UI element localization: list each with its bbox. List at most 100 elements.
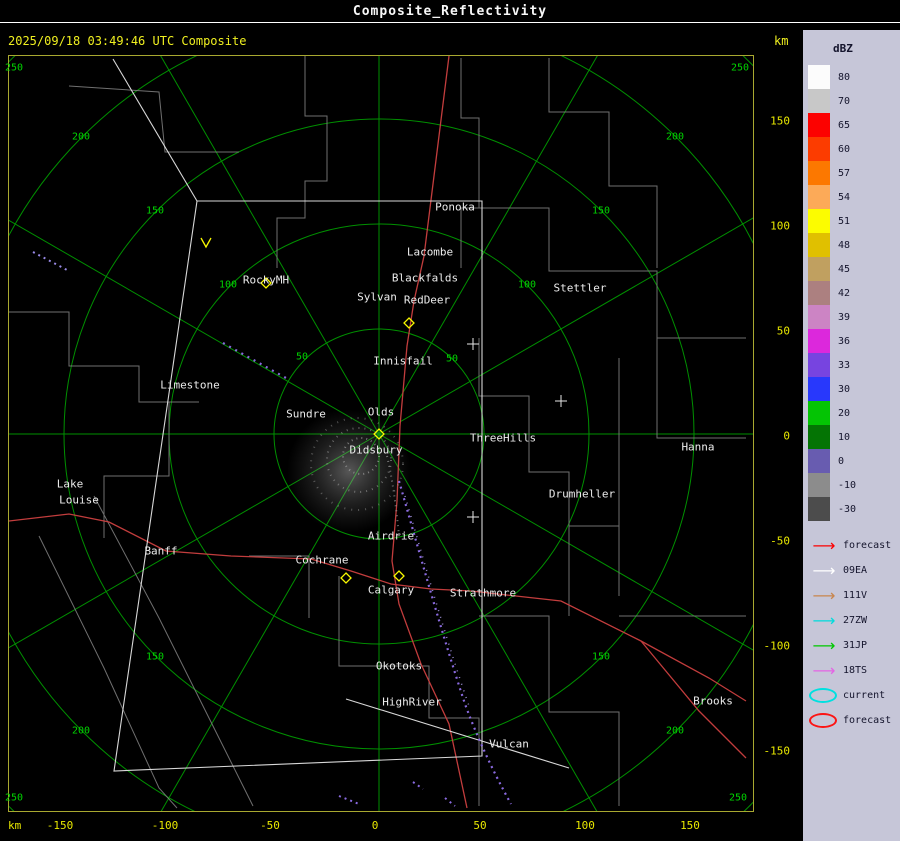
colorbar-row: 39 <box>808 305 900 329</box>
colorbar-value: -30 <box>838 503 857 515</box>
track-arrow-icon: ⟶ <box>812 560 836 580</box>
colorbar-value: 36 <box>838 335 851 347</box>
colorbar-swatch <box>808 497 830 521</box>
legend-row: ⟶ 31JP <box>807 633 900 658</box>
colorbar-row: 51 <box>808 209 900 233</box>
colorbar-swatch <box>808 89 830 113</box>
cell-ellipse-icon <box>809 688 837 703</box>
legend-shape-row: current <box>807 683 900 708</box>
colorbar-swatch <box>808 209 830 233</box>
track-legend: ⟶ forecast ⟶ 09EA ⟶ 111V ⟶ 27ZW ⟶ 31JP ⟶… <box>803 533 900 733</box>
colorbar-row: 36 <box>808 329 900 353</box>
colorbar-swatch <box>808 161 830 185</box>
colorbar-swatch <box>808 137 830 161</box>
colorbar-value: 10 <box>838 431 851 443</box>
colorbar-row: 54 <box>808 185 900 209</box>
x-axis-tick-label: 50 <box>473 819 487 832</box>
legend-row: ⟶ 27ZW <box>807 608 900 633</box>
colorbar-swatch <box>808 473 830 497</box>
radar-plot[interactable] <box>8 55 754 812</box>
colorbar-swatch <box>808 353 830 377</box>
colorbar-row: -10 <box>808 473 900 497</box>
colorbar-value: 65 <box>838 119 851 131</box>
track-arrow-icon: ⟶ <box>812 585 836 605</box>
track-arrow-icon: ⟶ <box>812 535 836 555</box>
bottom-axis-unit: km <box>8 819 22 832</box>
colorbar-swatch <box>808 449 830 473</box>
colorbar-value: 33 <box>838 359 851 371</box>
radar-site-markers <box>200 237 415 584</box>
track-arrow-icon: ⟶ <box>812 610 836 630</box>
colorbar-value: 54 <box>838 191 851 203</box>
colorbar-row: 70 <box>808 89 900 113</box>
track-arrow-icon: ⟶ <box>812 660 836 680</box>
y-axis-tick-label: 50 <box>776 324 790 338</box>
colorbar-swatch <box>808 257 830 281</box>
colorbar-row: 80 <box>808 65 900 89</box>
x-axis-tick-label: 100 <box>575 819 595 832</box>
x-axis-tick-label: -50 <box>260 819 280 832</box>
colorbar-value: -10 <box>838 479 857 491</box>
legend-row: ⟶ 111V <box>807 583 900 608</box>
colorbar-value: 42 <box>838 287 851 299</box>
colorbar-row: 0 <box>808 449 900 473</box>
colorbar-row: 42 <box>808 281 900 305</box>
precip-echoes <box>32 251 512 807</box>
colorbar-value: 60 <box>838 143 851 155</box>
colorbar-row: 48 <box>808 233 900 257</box>
x-axis-tick-label: -100 <box>151 819 179 832</box>
colorbar-swatch <box>808 233 830 257</box>
y-axis-tick-label: 100 <box>770 219 790 233</box>
y-axis-tick-label: -100 <box>763 639 791 653</box>
colorbar-swatch <box>808 281 830 305</box>
x-axis-tick-label: 0 <box>371 819 379 832</box>
colorbar-unit-label: dBZ <box>833 42 853 55</box>
clutter-echoes <box>287 409 411 537</box>
radar-window: Composite_Reflectivity 2025/09/18 03:49:… <box>0 0 900 841</box>
colorbar-row: 57 <box>808 161 900 185</box>
colorbar-value: 39 <box>838 311 851 323</box>
y-axis-tick-label: 0 <box>783 429 790 443</box>
track-arrow-icon: ⟶ <box>812 635 836 655</box>
legend-label: 27ZW <box>843 615 868 626</box>
cell-ellipse-icon <box>809 713 837 728</box>
legend-row: ⟶ 18TS <box>807 658 900 683</box>
legend-label: forecast <box>843 540 892 551</box>
colorbar-row: 20 <box>808 401 900 425</box>
timestamp-label: 2025/09/18 03:49:46 UTC Composite <box>8 34 247 48</box>
right-axis-unit: km <box>774 34 789 48</box>
colorbar-value: 48 <box>838 239 851 251</box>
colorbar-row: 60 <box>808 137 900 161</box>
legend-label: 09EA <box>843 565 868 576</box>
legend-label: 18TS <box>843 665 868 676</box>
colorbar-swatch <box>808 305 830 329</box>
colorbar-row: 30 <box>808 377 900 401</box>
colorbar-swatch <box>808 113 830 137</box>
colorbar-row: 65 <box>808 113 900 137</box>
colorbar-row: -30 <box>808 497 900 521</box>
radar-canvas[interactable] <box>9 56 753 811</box>
colorbar-value: 80 <box>838 71 851 83</box>
dbz-colorbar: 80 70 65 60 57 54 51 48 45 42 39 36 33 3… <box>803 65 900 521</box>
x-axis-tick-label: -150 <box>46 819 74 832</box>
colorbar-value: 30 <box>838 383 851 395</box>
y-axis-tick-label: -150 <box>763 744 791 758</box>
colorbar-swatch <box>808 65 830 89</box>
title-bar: Composite_Reflectivity <box>0 0 900 23</box>
legend-row: ⟶ forecast <box>807 533 900 558</box>
legend-label: 111V <box>843 590 868 601</box>
colorbar-value: 70 <box>838 95 851 107</box>
legend-label: forecast <box>843 715 892 726</box>
colorbar-swatch <box>808 329 830 353</box>
legend-row: ⟶ 09EA <box>807 558 900 583</box>
colorbar-swatch <box>808 425 830 449</box>
legend-sidebar: dBZ 80 70 65 60 57 54 51 48 45 42 39 36 … <box>803 30 900 841</box>
colorbar-value: 45 <box>838 263 851 275</box>
colorbar-swatch <box>808 185 830 209</box>
colorbar-value: 57 <box>838 167 851 179</box>
radar-map-area: 2025/09/18 03:49:46 UTC Composite km Pon… <box>0 23 800 841</box>
colorbar-value: 20 <box>838 407 851 419</box>
y-axis-tick-label: -50 <box>770 534 790 548</box>
legend-label: 31JP <box>843 640 868 651</box>
colorbar-swatch <box>808 377 830 401</box>
